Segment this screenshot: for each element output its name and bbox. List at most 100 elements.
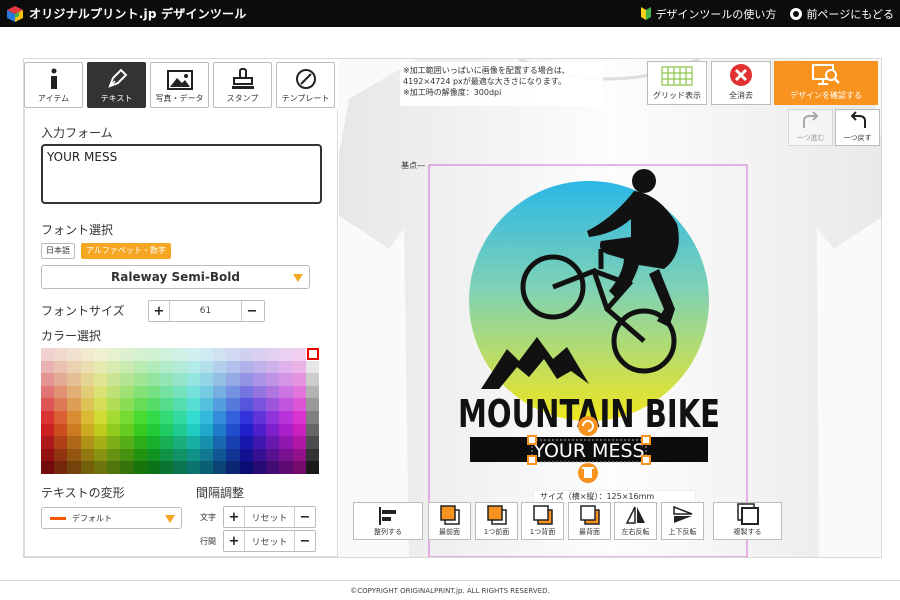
color-swatch[interactable] <box>80 360 94 374</box>
line-spacing-decrease-button[interactable]: − <box>295 531 315 551</box>
color-swatch[interactable] <box>54 373 68 386</box>
color-swatch[interactable] <box>160 461 174 474</box>
color-swatch[interactable] <box>186 385 200 399</box>
color-swatch[interactable] <box>186 436 200 449</box>
color-swatch[interactable] <box>133 448 147 462</box>
redo-button[interactable]: 一つ進む <box>788 109 833 146</box>
color-swatch[interactable] <box>93 373 108 386</box>
color-swatch[interactable] <box>292 461 306 474</box>
color-swatch[interactable] <box>160 423 174 437</box>
color-swatch[interactable] <box>107 373 121 386</box>
color-swatch[interactable] <box>213 423 227 437</box>
duplicate-button[interactable]: 複製する <box>713 502 782 540</box>
color-swatch[interactable] <box>186 348 200 361</box>
color-swatch[interactable] <box>133 348 147 361</box>
color-swatch[interactable] <box>305 448 319 462</box>
color-swatch[interactable] <box>213 461 227 474</box>
color-swatch[interactable] <box>266 411 280 424</box>
color-swatch[interactable] <box>93 411 108 424</box>
color-swatch[interactable] <box>173 385 187 399</box>
color-swatch[interactable] <box>199 348 214 361</box>
color-swatch[interactable] <box>173 360 187 374</box>
color-swatch[interactable] <box>93 385 108 399</box>
tab-text[interactable]: テキスト <box>87 62 146 108</box>
color-swatch[interactable] <box>120 385 134 399</box>
color-swatch[interactable] <box>252 448 267 462</box>
align-button[interactable]: 整列する <box>353 502 423 540</box>
color-swatch[interactable] <box>252 385 267 399</box>
color-swatch[interactable] <box>133 398 147 411</box>
color-swatch[interactable] <box>54 360 68 374</box>
color-swatch[interactable] <box>292 448 306 462</box>
color-swatch[interactable] <box>292 423 306 437</box>
color-swatch[interactable] <box>93 348 108 361</box>
color-swatch[interactable] <box>186 423 200 437</box>
color-swatch[interactable] <box>292 411 306 424</box>
color-swatch[interactable] <box>93 461 108 474</box>
color-swatch[interactable] <box>213 448 227 462</box>
color-swatch[interactable] <box>80 448 94 462</box>
line-spacing-reset-button[interactable]: リセット <box>244 531 295 551</box>
color-swatch[interactable] <box>186 461 200 474</box>
color-swatch[interactable] <box>120 348 134 361</box>
color-swatch[interactable] <box>252 411 267 424</box>
color-swatch[interactable] <box>80 348 94 361</box>
color-swatch[interactable] <box>266 436 280 449</box>
color-swatch[interactable] <box>213 373 227 386</box>
text-input[interactable] <box>41 144 322 204</box>
color-swatch[interactable] <box>305 385 319 399</box>
color-swatch[interactable] <box>133 461 147 474</box>
design-circle[interactable] <box>469 181 709 421</box>
color-swatch[interactable] <box>41 348 55 361</box>
back-link[interactable]: 前ページにもどる <box>790 6 894 22</box>
color-swatch[interactable] <box>146 385 161 399</box>
color-swatch[interactable] <box>266 385 280 399</box>
color-swatch[interactable] <box>279 373 293 386</box>
color-swatch[interactable] <box>186 398 200 411</box>
resize-handle[interactable] <box>641 455 651 465</box>
color-swatch[interactable] <box>146 423 161 437</box>
color-swatch[interactable] <box>160 398 174 411</box>
text-transform-select[interactable]: デフォルト <box>41 507 182 529</box>
color-swatch[interactable] <box>107 398 121 411</box>
color-swatch[interactable] <box>160 385 174 399</box>
color-swatch[interactable] <box>41 436 55 449</box>
color-swatch[interactable] <box>107 360 121 374</box>
bring-to-front-button[interactable]: 最前面 <box>428 502 471 540</box>
flip-vertical-button[interactable]: 上下反転 <box>661 502 704 540</box>
color-swatch[interactable] <box>93 398 108 411</box>
color-swatch[interactable] <box>67 448 81 462</box>
lang-alpha-button[interactable]: アルファベット・数字 <box>81 243 171 259</box>
color-swatch[interactable] <box>173 448 187 462</box>
color-swatch[interactable] <box>239 436 253 449</box>
color-swatch[interactable] <box>146 398 161 411</box>
color-swatch[interactable] <box>54 411 68 424</box>
logo[interactable]: オリジナルプリント.jp デザインツール <box>6 5 246 23</box>
lang-japanese-button[interactable]: 日本語 <box>41 243 75 259</box>
tab-item[interactable]: アイテム <box>24 62 83 108</box>
color-swatch[interactable] <box>252 373 267 386</box>
color-swatch[interactable] <box>266 461 280 474</box>
font-select[interactable]: Raleway Semi-Bold <box>41 265 310 289</box>
tab-stamp[interactable]: スタンプ <box>213 62 272 108</box>
color-swatch[interactable] <box>67 348 81 361</box>
color-swatch[interactable] <box>120 360 134 374</box>
color-swatch[interactable] <box>239 348 253 361</box>
color-swatch[interactable] <box>54 423 68 437</box>
color-swatch[interactable] <box>239 411 253 424</box>
color-swatch[interactable] <box>133 411 147 424</box>
undo-button[interactable]: 一つ戻す <box>835 109 880 146</box>
font-size-value[interactable]: 61 <box>169 301 242 321</box>
color-swatch[interactable] <box>160 348 174 361</box>
color-swatch[interactable] <box>93 436 108 449</box>
color-swatch[interactable] <box>279 461 293 474</box>
color-swatch[interactable] <box>67 360 81 374</box>
char-spacing-reset-button[interactable]: リセット <box>244 507 295 527</box>
color-swatch[interactable] <box>186 448 200 462</box>
color-swatch[interactable] <box>186 373 200 386</box>
color-swatch[interactable] <box>266 448 280 462</box>
color-swatch[interactable] <box>252 360 267 374</box>
color-swatch[interactable] <box>146 373 161 386</box>
color-swatch[interactable] <box>292 360 306 374</box>
color-swatch[interactable] <box>54 348 68 361</box>
